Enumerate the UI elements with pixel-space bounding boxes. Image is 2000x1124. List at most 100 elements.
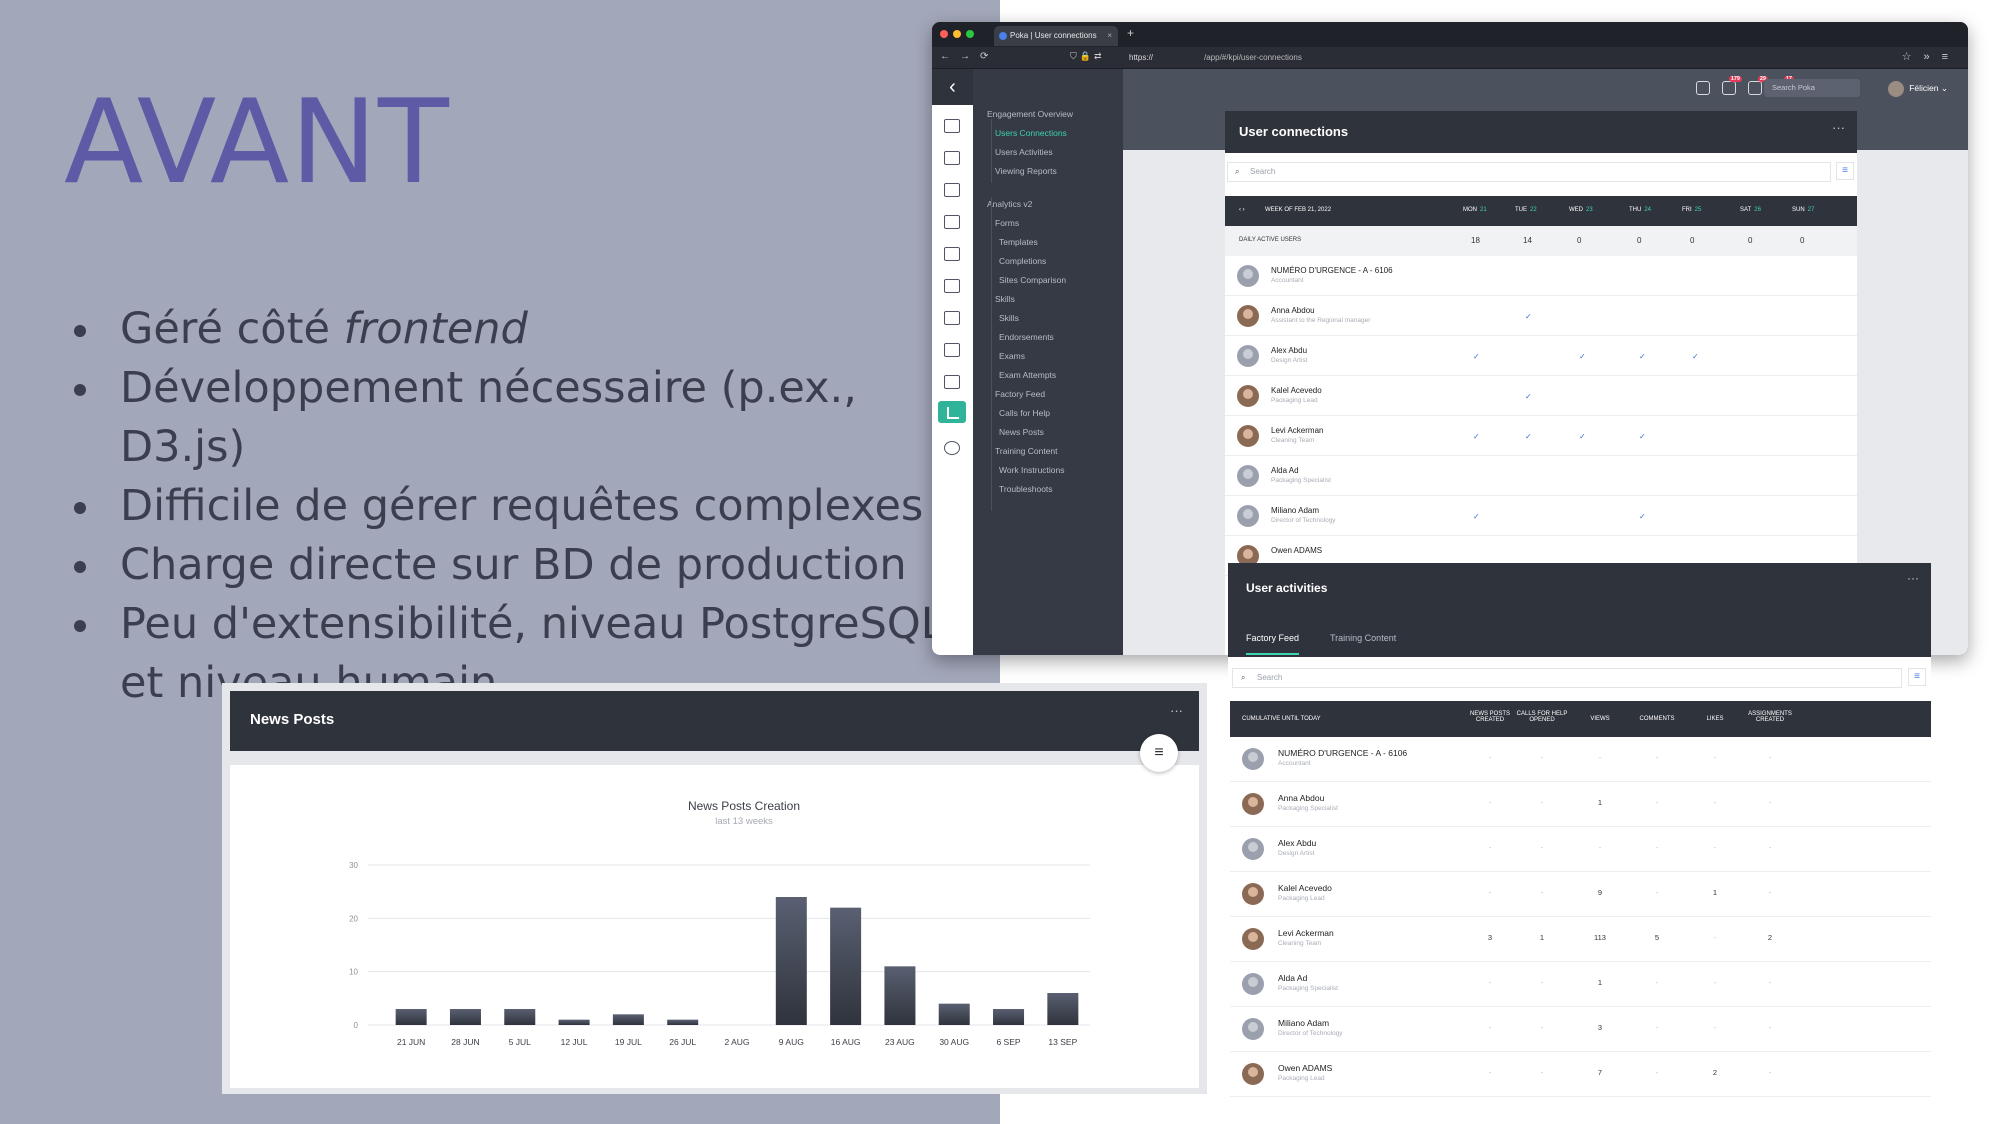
settings-gear-icon[interactable] — [944, 441, 960, 455]
table-row[interactable]: Kalel Acevedo Packaging Lead - - 9 - 1 - — [1230, 872, 1931, 917]
day-header: SUN 27 — [1792, 207, 1814, 213]
activity-value: - — [1768, 978, 1772, 987]
user-name: Kalel Acevedo — [1278, 883, 1332, 893]
bar[interactable] — [993, 1009, 1025, 1025]
bar[interactable] — [1047, 993, 1079, 1025]
activity-value: - — [1488, 753, 1492, 762]
filter-icon[interactable]: ≡ — [1836, 162, 1854, 180]
maximize-window-button[interactable] — [966, 30, 974, 38]
nav-item[interactable]: Viewing Reports — [995, 166, 1057, 176]
filter-button[interactable]: ≡ — [1140, 734, 1178, 772]
bar[interactable] — [558, 1019, 590, 1025]
filter-icon[interactable]: ≡ — [1908, 668, 1926, 686]
column-header-line: COMMENTS — [1639, 716, 1675, 722]
table-row[interactable]: Alda Ad Packaging Specialist - - 1 - - - — [1230, 962, 1931, 1007]
nav-item[interactable]: Exams — [999, 351, 1025, 361]
nav-item[interactable]: Users Activities — [995, 147, 1053, 157]
url-scheme[interactable]: https:// — [1129, 53, 1153, 62]
table-row[interactable]: Alda Ad Packaging Specialist — [1225, 456, 1857, 496]
forms-icon[interactable] — [944, 247, 960, 261]
table-row[interactable]: Kalel Acevedo Packaging Lead ✓ — [1225, 376, 1857, 416]
more-options-icon[interactable]: ··· — [1907, 571, 1919, 585]
nav-item[interactable]: Skills — [999, 313, 1019, 323]
nav-item[interactable]: News Posts — [999, 427, 1044, 437]
week-prev-next-icon[interactable]: ‹ › — [1239, 207, 1245, 213]
table-row[interactable]: Levi Ackerman Cleaning Team ✓ ✓ ✓ ✓ — [1225, 416, 1857, 456]
activity-value: - — [1540, 843, 1544, 852]
global-search-input[interactable]: Search Poka — [1764, 79, 1860, 97]
folder-icon[interactable] — [944, 151, 960, 165]
url-path[interactable]: /app/#/kpi/user-connections — [1204, 53, 1302, 62]
back-chevron-icon[interactable]: ‹ — [932, 69, 973, 105]
table-row[interactable]: Miliano Adam Director of Technology ✓ ✓ — [1225, 496, 1857, 536]
bar[interactable] — [938, 1003, 970, 1025]
bar[interactable] — [395, 1009, 427, 1025]
table-row[interactable]: Levi Ackerman Cleaning Team 3 1 113 5 - 2 — [1230, 917, 1931, 962]
bar[interactable] — [504, 1009, 536, 1025]
nav-item[interactable]: Work Instructions — [999, 465, 1065, 475]
bar[interactable] — [830, 907, 862, 1025]
browser-nav-icons[interactable]: ←→⟳ — [940, 51, 998, 62]
users-icon[interactable] — [944, 343, 960, 357]
bar[interactable] — [884, 966, 916, 1025]
training-icon[interactable] — [944, 375, 960, 389]
feed-icon[interactable] — [944, 183, 960, 197]
tasks-icon[interactable] — [1696, 81, 1710, 95]
bar[interactable] — [612, 1014, 644, 1025]
nav-item[interactable]: Exam Attempts — [999, 370, 1056, 380]
nav-item[interactable]: Endorsements — [999, 332, 1054, 342]
new-tab-icon[interactable]: + — [1127, 26, 1134, 40]
nav-item[interactable]: Factory Feed — [995, 389, 1045, 399]
minimize-window-button[interactable] — [953, 30, 961, 38]
table-row[interactable]: Miliano Adam Director of Technology - - 3 - - - — [1230, 1007, 1931, 1052]
table-row[interactable]: Alex Abdu Design Artist ✓ ✓ ✓ ✓ — [1225, 336, 1857, 376]
bar[interactable] — [667, 1019, 699, 1025]
user-activities-search-input[interactable]: Search — [1232, 668, 1902, 688]
column-header: NEWS POSTS CREATED — [1460, 711, 1520, 723]
x-tick-label: 12 JUL — [561, 1037, 588, 1047]
skills-icon[interactable] — [944, 215, 960, 229]
nav-item[interactable]: Users Connections — [995, 128, 1067, 138]
nav-item[interactable]: Sites Comparison — [999, 275, 1066, 285]
user-role: Assistant to the Regional manager — [1271, 317, 1371, 324]
user-activities-card: User activities ··· Factory Feed Trainin… — [1228, 563, 1931, 1103]
table-row[interactable]: NUMÉRO D'URGENCE - A - 6106 Accountant - - -… — [1230, 737, 1931, 782]
close-window-button[interactable] — [940, 30, 948, 38]
news-icon[interactable] — [944, 119, 960, 133]
user-role: Packaging Specialist — [1278, 985, 1338, 992]
activity-value: 7 — [1597, 1068, 1603, 1077]
bar[interactable] — [449, 1009, 481, 1025]
analytics-icon[interactable] — [938, 401, 966, 423]
check-icon: ✓ — [1639, 352, 1646, 361]
browser-tab[interactable]: Poka | User connections × — [994, 26, 1118, 46]
close-tab-icon[interactable]: × — [1107, 26, 1112, 46]
badge-icon[interactable] — [944, 279, 960, 293]
table-row[interactable]: Anna Abdou Assistant to the Regional mana… — [1225, 296, 1857, 336]
table-row[interactable]: Owen ADAMS Packaging Lead - - 7 - 2 - — [1230, 1052, 1931, 1097]
nav-item[interactable]: Analytics v2 — [987, 199, 1032, 209]
table-row[interactable]: Anna Abdou Packaging Specialist - - 1 - - - — [1230, 782, 1931, 827]
tab-factory-feed[interactable]: Factory Feed — [1246, 633, 1300, 655]
nav-item[interactable]: Completions — [999, 256, 1046, 266]
nav-item[interactable]: Skills — [995, 294, 1015, 304]
user-menu[interactable]: Félicien ⌄ — [1888, 79, 1948, 97]
nav-item[interactable]: Forms — [995, 218, 1019, 228]
bar[interactable] — [775, 897, 807, 1025]
table-row[interactable]: Alex Abdu Design Artist - - - - - - — [1230, 827, 1931, 872]
nav-item[interactable]: Templates — [999, 237, 1038, 247]
nav-item[interactable]: Training Content — [995, 446, 1058, 456]
x-tick-label: 16 AUG — [831, 1037, 861, 1047]
messages-icon[interactable]: 29 — [1748, 76, 1768, 95]
nav-item[interactable]: Troubleshoots — [999, 484, 1053, 494]
browser-menu-icons[interactable]: ☆»≡ — [1902, 50, 1960, 63]
video-icon[interactable] — [944, 311, 960, 325]
help-icon[interactable]: 179 — [1722, 76, 1742, 95]
table-row[interactable]: NUMÉRO D'URGENCE - A - 6106 Accountant — [1225, 256, 1857, 296]
more-options-icon[interactable]: ··· — [1170, 703, 1183, 718]
nav-item[interactable]: Calls for Help — [999, 408, 1050, 418]
more-options-icon[interactable]: ··· — [1832, 111, 1845, 149]
user-connections-search-input[interactable]: Search — [1227, 162, 1831, 182]
tab-training-content[interactable]: Training Content — [1330, 633, 1396, 643]
user-role: Cleaning Team — [1271, 437, 1315, 444]
nav-item[interactable]: Engagement Overview — [987, 109, 1073, 119]
